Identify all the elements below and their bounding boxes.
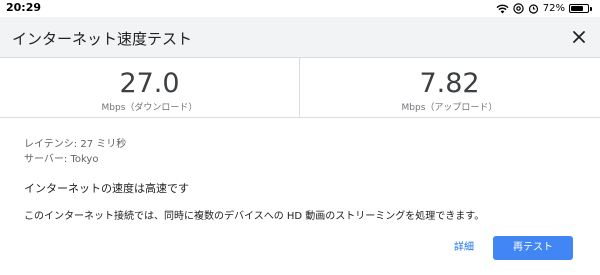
status-time: 20:29 xyxy=(6,1,42,14)
dialog-header: インターネット速度テスト xyxy=(0,17,600,58)
speed-results: 27.0 Mbps（ダウンロード） 7.82 Mbps（アップロード） xyxy=(0,58,600,118)
wifi-icon xyxy=(496,4,509,14)
download-result: 27.0 Mbps（ダウンロード） xyxy=(0,58,299,117)
server-value: Tokyo xyxy=(70,154,99,165)
test-details: レイテンシ: 27 ミリ秒 サーバー: Tokyo xyxy=(24,137,126,167)
status-bar: 20:29 72% xyxy=(0,0,600,17)
server-row: サーバー: Tokyo xyxy=(24,152,126,167)
download-speed-value: 27.0 xyxy=(119,68,180,99)
battery-percent: 72% xyxy=(542,3,565,14)
upload-speed-value: 7.82 xyxy=(419,68,480,99)
close-icon xyxy=(573,31,585,43)
close-button[interactable] xyxy=(570,28,588,46)
dialog-title: インターネット速度テスト xyxy=(12,30,193,48)
alarm-icon xyxy=(528,3,539,14)
latency-value: 27 ミリ秒 xyxy=(80,139,127,150)
latency-label: レイテンシ: xyxy=(24,139,81,150)
speed-description: このインターネット接続では、同時に複数のデバイスへの HD 動画のストリーミング… xyxy=(24,211,485,222)
battery-icon xyxy=(569,4,592,13)
speed-summary: インターネットの速度は高速です xyxy=(24,182,189,195)
retest-button[interactable]: 再テスト xyxy=(493,236,573,260)
upload-result: 7.82 Mbps（アップロード） xyxy=(300,58,599,117)
status-icons: 72% xyxy=(496,2,592,15)
latency-row: レイテンシ: 27 ミリ秒 xyxy=(24,137,126,152)
download-speed-unit: Mbps（ダウンロード） xyxy=(101,103,198,113)
details-button[interactable]: 詳細 xyxy=(444,236,484,260)
upload-speed-unit: Mbps（アップロード） xyxy=(401,103,498,113)
at-sign-icon xyxy=(513,3,524,14)
server-label: サーバー: xyxy=(24,154,71,165)
